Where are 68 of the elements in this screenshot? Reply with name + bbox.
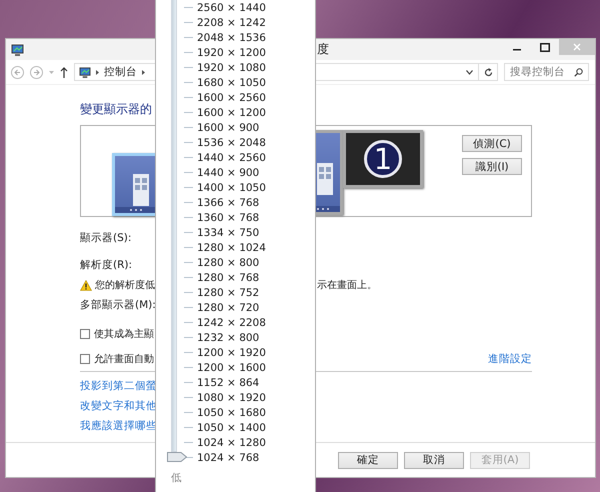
- checkbox-label: 允許畫面自動: [94, 352, 154, 366]
- field-label: 解析度(R):: [80, 258, 132, 272]
- slider-low-label: 低: [171, 471, 182, 485]
- resolution-option[interactable]: 2048 × 1536: [197, 32, 266, 44]
- resolution-option[interactable]: 2560 × 1440: [197, 2, 266, 14]
- resolution-option[interactable]: 1440 × 2560: [197, 152, 266, 164]
- checkbox-label: 使其成為主顯: [94, 328, 154, 341]
- close-icon: [573, 43, 581, 51]
- resolution-option[interactable]: 1280 × 768: [197, 272, 260, 284]
- maximize-icon: [540, 42, 550, 52]
- resolution-option[interactable]: 1280 × 800: [197, 256, 260, 268]
- resolution-option[interactable]: 1080 × 1920: [197, 392, 266, 404]
- resolution-option[interactable]: 1600 × 900: [197, 122, 260, 134]
- advanced-settings-link[interactable]: 進階設定: [488, 352, 532, 366]
- warning-text: 您的解析度低: [95, 278, 155, 292]
- arrow-right-icon: [33, 68, 40, 76]
- refresh-icon[interactable]: [484, 68, 493, 76]
- dialog-button[interactable]: 確定: [338, 452, 398, 468]
- resolution-option[interactable]: 1920 × 1080: [197, 62, 266, 74]
- resolution-option[interactable]: 1920 × 1200: [197, 46, 266, 58]
- detect-button[interactable]: 識別(I): [462, 158, 522, 175]
- help-link[interactable]: 投影到第二個螢: [80, 379, 157, 393]
- slider-track[interactable]: [171, 0, 177, 452]
- search-icon[interactable]: [574, 68, 583, 76]
- warning-text: 示在畫面上。: [317, 278, 378, 292]
- field-label: 多部顯示器(M):: [80, 298, 156, 312]
- monitor-icon: [79, 66, 91, 78]
- resolution-option[interactable]: 1200 × 1920: [197, 346, 266, 358]
- resolution-option[interactable]: 1440 × 900: [197, 166, 260, 178]
- resolution-option[interactable]: 1600 × 2560: [197, 92, 266, 104]
- checkbox[interactable]: [80, 354, 90, 364]
- resolution-option[interactable]: 1152 × 864: [197, 376, 260, 388]
- resolution-option[interactable]: 1050 × 1400: [197, 422, 266, 434]
- slider-thumb[interactable]: [167, 452, 187, 462]
- monitor-icon: [11, 44, 24, 56]
- page-heading: 變更顯示器的: [80, 101, 152, 118]
- resolution-option[interactable]: 1536 × 2048: [197, 136, 266, 148]
- resolution-option[interactable]: 1360 × 768: [197, 212, 260, 224]
- resolution-option[interactable]: 1050 × 1680: [197, 406, 266, 418]
- resolution-option[interactable]: 1680 × 1050: [197, 76, 266, 88]
- resolution-option[interactable]: 1600 × 1200: [197, 106, 266, 118]
- chevron-right-icon[interactable]: [142, 70, 145, 74]
- breadcrumb-item[interactable]: 控制台: [104, 65, 137, 79]
- resolution-option[interactable]: 1280 × 720: [197, 302, 260, 314]
- window-title: 度: [317, 41, 329, 58]
- resolution-option[interactable]: 1280 × 752: [197, 286, 260, 298]
- resolution-option[interactable]: 1024 × 768: [197, 452, 260, 464]
- resolution-option[interactable]: 1232 × 800: [197, 332, 260, 344]
- resolution-option[interactable]: 1334 × 750: [197, 226, 260, 238]
- dialog-button[interactable]: 取消: [404, 452, 464, 468]
- chevron-down-icon[interactable]: [466, 70, 473, 74]
- detect-button[interactable]: 偵測(C): [462, 135, 522, 152]
- monitor-drawing[interactable]: 1: [343, 130, 423, 188]
- resolution-option[interactable]: 1024 × 1280: [197, 436, 266, 448]
- resolution-option[interactable]: 2208 × 1242: [197, 16, 266, 28]
- resolution-option[interactable]: 1200 × 1600: [197, 362, 266, 374]
- field-label: 顯示器(S):: [80, 231, 132, 245]
- resolution-option[interactable]: 1242 × 2208: [197, 316, 266, 328]
- search-field[interactable]: 搜尋控制台: [504, 63, 589, 81]
- up-arrow-icon[interactable]: [60, 66, 68, 78]
- checkbox[interactable]: [80, 329, 90, 339]
- warning-icon: [80, 280, 92, 290]
- chevron-right-icon[interactable]: [96, 70, 99, 74]
- resolution-option[interactable]: 1280 × 1024: [197, 242, 266, 254]
- arrow-left-icon: [14, 68, 21, 76]
- resolution-option[interactable]: 1400 × 1050: [197, 182, 266, 194]
- resolution-option[interactable]: 1366 × 768: [197, 196, 260, 208]
- monitor-number: 1: [364, 140, 402, 178]
